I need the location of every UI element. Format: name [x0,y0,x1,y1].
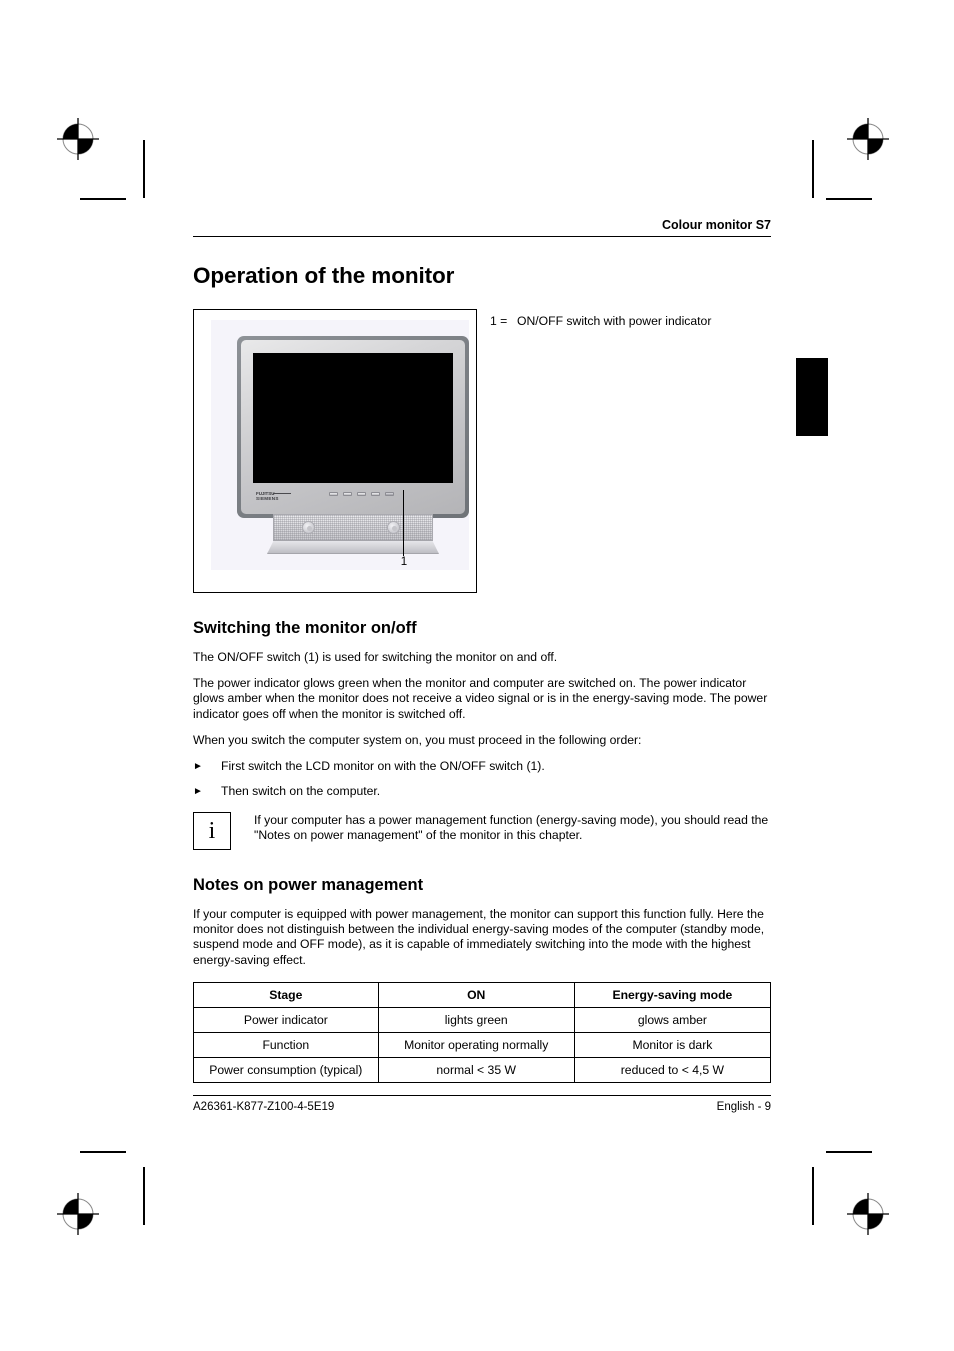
table-header-row: Stage ON Energy-saving mode [193,981,772,1008]
registration-mark-top-left [56,117,100,161]
section-heading-power-management: Notes on power management [193,876,424,895]
cell-stage-function: Function [193,1031,379,1058]
speaker-right-icon [387,521,400,534]
running-header-text: Colour monitor S7 [661,218,771,232]
arrow-bullet-icon: ► [193,786,203,798]
monitor-screen [253,353,453,483]
page-title: Operation of the monitor [193,263,455,288]
crop-mark-horizontal-top-left [80,198,126,200]
info-icon: i [193,812,231,851]
lcd-monitor-illustration: FUJITSU SIEMENS 1 [237,336,469,568]
crop-mark-vertical-bottom-left [143,1167,145,1225]
crop-mark-horizontal-bottom-left [80,1151,126,1153]
table-row: Function Monitor operating normally Moni… [193,1031,772,1058]
registration-mark-bottom-left [56,1192,100,1236]
page-footer: A26361-K877-Z100-4-5E19 English - 9 [193,1095,771,1113]
page-content: Colour monitor S7 Operation of the monit… [193,218,772,1083]
logo-underline [273,493,291,494]
monitor-base [267,540,439,554]
figure-legend: 1 = ON/OFF switch with power indicator [477,309,711,328]
monitor-speaker-bar [273,514,433,541]
cell-energy-function: Monitor is dark [573,1031,772,1058]
step-item-1: ► First switch the LCD monitor on with t… [193,759,771,775]
cell-on-power-indicator: lights green [377,1006,575,1033]
speaker-left-icon [302,521,315,534]
power-management-paragraph-1: If your computer is equipped with power … [193,907,765,967]
power-management-table: Stage ON Energy-saving mode Power indica… [193,981,772,1083]
callout-leader-line [403,490,405,556]
cell-on-function: Monitor operating normally [377,1031,575,1058]
column-header-stage: Stage [193,981,379,1008]
crop-mark-horizontal-bottom-right [826,1151,872,1153]
thumb-index-tab [796,358,828,436]
legend-label: ON/OFF switch with power indicator [517,314,712,328]
monitor-figure: FUJITSU SIEMENS 1 [193,309,477,593]
figure-block: FUJITSU SIEMENS 1 1 = ON/OFF switch with… [193,309,771,593]
footer-page-label: English - 9 [716,1101,771,1113]
step-item-2: ► Then switch on the computer. [193,784,771,800]
footer-rule [193,1095,771,1096]
crop-mark-vertical-top-left [143,140,145,198]
registration-mark-top-right [846,117,890,161]
cell-energy-power-consumption: reduced to < 4,5 W [573,1056,772,1083]
callout-number-1: 1 [400,556,408,568]
monitor-power-switch [385,492,394,496]
logo-line-2: SIEMENS [256,496,279,502]
monitor-button-3 [357,492,366,496]
monitor-front-panel: FUJITSU SIEMENS [241,340,465,514]
monitor-button-1 [329,492,338,496]
column-header-on: ON [377,981,575,1008]
cell-stage-power-indicator: Power indicator [193,1006,379,1033]
header-rule [193,236,771,237]
cell-on-power-consumption: normal < 35 W [377,1056,575,1083]
monitor-button-2 [343,492,352,496]
figure-panel: FUJITSU SIEMENS 1 [211,320,469,570]
table-row: Power indicator lights green glows amber [193,1006,772,1033]
crop-mark-vertical-bottom-right [812,1167,814,1225]
section-heading-switching: Switching the monitor on/off [193,619,417,637]
monitor-control-buttons [329,492,394,496]
cell-energy-power-indicator: glows amber [573,1006,772,1033]
column-header-energy-saving: Energy-saving mode [573,981,772,1008]
registration-mark-bottom-right [846,1192,890,1236]
footer-part-number: A26361-K877-Z100-4-5E19 [193,1101,335,1113]
crop-mark-vertical-top-right [812,140,814,198]
switching-paragraph-1: The ON/OFF switch (1) is used for switch… [193,650,558,664]
legend-key: 1 = [490,314,508,328]
arrow-bullet-icon: ► [193,761,203,773]
info-note-text: If your computer has a power management … [254,813,769,843]
running-header: Colour monitor S7 [193,218,771,236]
step-text-2: Then switch on the computer. [221,784,381,799]
switching-paragraph-2: The power indicator glows green when the… [193,676,768,721]
crop-mark-horizontal-top-right [826,198,872,200]
monitor-button-4 [371,492,380,496]
switching-paragraph-3: When you switch the computer system on, … [193,732,642,747]
table-row: Power consumption (typical) normal < 35 … [193,1056,772,1083]
info-note: i If your computer has a power managemen… [193,812,771,851]
cell-stage-power-consumption: Power consumption (typical) [193,1056,379,1083]
step-text-1: First switch the LCD monitor on with the… [221,759,545,774]
